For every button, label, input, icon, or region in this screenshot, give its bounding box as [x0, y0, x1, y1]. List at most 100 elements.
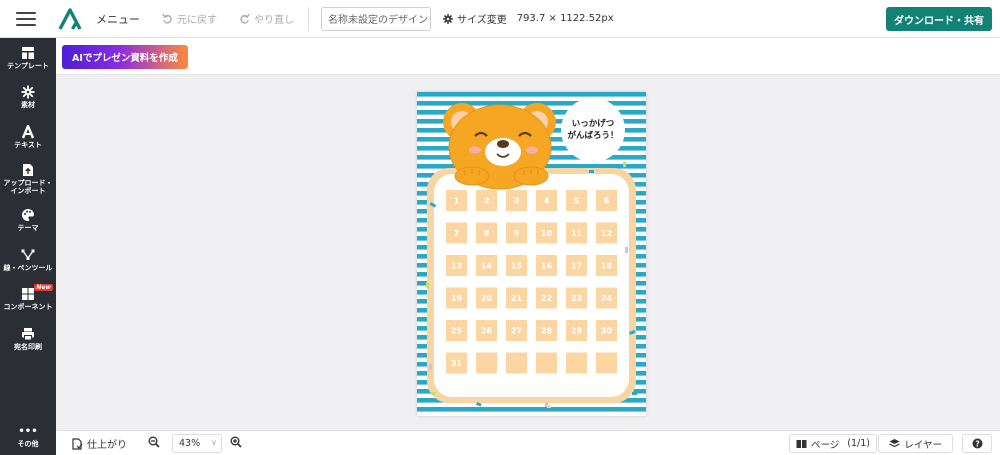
- sidebar-item-material[interactable]: 素材: [0, 78, 56, 118]
- sidebar-item-text[interactable]: テキスト: [0, 117, 56, 157]
- sidebar-item-label: テーマ: [17, 224, 39, 233]
- calendar-day-cell: [506, 352, 527, 374]
- design-canvas: 1 2 3 4 5 67 8 9 10 11 1213 14 15 16 17 1819 20 21 22 23 242…: [417, 92, 646, 416]
- calendar-day-number: 14: [481, 262, 493, 271]
- redo-button[interactable]: やり直し: [239, 11, 294, 26]
- more-icon: •••: [18, 426, 38, 437]
- left-sidebar: テンプレート 素材 テキスト アップロード・ インポート テーマ 線・ペンツール …: [0, 38, 56, 455]
- sidebar-item-template[interactable]: テンプレート: [0, 38, 56, 78]
- calendar-day-number: 15: [511, 262, 523, 271]
- calendar-day-number: 3: [514, 197, 520, 206]
- speech-line-2: がんばろう！: [567, 130, 618, 141]
- calendar-day-number: 29: [571, 327, 583, 336]
- size-change-button[interactable]: サイズ変更 793.7 × 1122.52px: [443, 11, 614, 26]
- calendar-day-number: 10: [541, 229, 553, 238]
- zoom-value: 43%: [179, 438, 201, 449]
- speech-line-1: いっかげつ: [572, 118, 615, 129]
- calendar-day-number: 17: [571, 262, 582, 271]
- pages-label: ページ: [810, 439, 840, 451]
- design-page[interactable]: 1 2 3 4 5 6 7 8 9 10 11 12 13 14 15 16 17 18 19 20 21 22 23 24 2…: [417, 92, 646, 416]
- sidebar-item-label: テキスト: [14, 140, 42, 149]
- gear-icon: [443, 13, 453, 24]
- pen-tool-icon: [21, 249, 35, 260]
- sidebar-item-component[interactable]: コンポーネント New: [0, 280, 56, 320]
- text-icon: [21, 124, 35, 139]
- sidebar-item-label: 線・ペンツール: [3, 263, 53, 272]
- calendar-day-number: 16: [541, 262, 553, 271]
- undo-icon: [162, 13, 172, 24]
- finish-preview-button[interactable]: 仕上がり: [72, 436, 127, 451]
- zoom-out-icon[interactable]: [148, 436, 160, 448]
- label-line-1: アップロード・: [3, 178, 53, 187]
- calendar-day-number: 25: [451, 327, 463, 336]
- calendar-day-number: 6: [604, 197, 610, 206]
- zoom-in-icon[interactable]: [230, 436, 242, 448]
- calendar-day-cell: [476, 352, 497, 374]
- canvas-size-value: 793.7 × 1122.52px: [516, 13, 614, 24]
- sidebar-item-upload[interactable]: アップロード・ インポート: [0, 157, 56, 201]
- palette-icon: [22, 209, 34, 222]
- sidebar-item-pen[interactable]: 線・ペンツール: [0, 240, 56, 280]
- book-icon: [796, 439, 807, 448]
- template-icon: [22, 46, 34, 59]
- undo-button[interactable]: 元に戻す: [162, 11, 217, 26]
- bear-illustration: [443, 103, 556, 190]
- calendar-day-number: 4: [544, 197, 550, 206]
- calendar-day-cell: [596, 352, 617, 374]
- calendar-day-number: 13: [451, 262, 462, 271]
- component-icon: [22, 288, 34, 301]
- sidebar-item-label: 宛名印刷: [14, 342, 42, 351]
- undo-label: 元に戻す: [177, 15, 217, 26]
- calendar-day-number: 23: [571, 294, 582, 303]
- size-change-label: サイズ変更: [457, 15, 507, 26]
- calendar-day-number: 22: [541, 294, 552, 303]
- calendar-day-number: 21: [511, 294, 523, 303]
- redo-label: やり直し: [254, 15, 294, 26]
- svg-text:?: ?: [975, 439, 979, 448]
- layer-label: レイヤー: [904, 439, 942, 451]
- speech-bubble: [561, 98, 625, 162]
- sidebar-item-label: アップロード・ インポート: [4, 179, 53, 195]
- divider: [308, 6, 309, 31]
- upload-icon: [23, 163, 33, 176]
- print-icon: [22, 327, 34, 341]
- layer-button[interactable]: レイヤー: [878, 434, 953, 453]
- ai-presentation-button[interactable]: AIでプレゼン資料を作成: [62, 45, 188, 69]
- finish-label: 仕上がり: [87, 440, 127, 451]
- calendar-day-number: 7: [454, 229, 460, 238]
- calendar-day-number: 20: [481, 294, 493, 303]
- calendar-day-number: 11: [571, 229, 583, 238]
- document-name-input[interactable]: 名称未設定のデザイン: [321, 6, 431, 31]
- calendar-day-number: 9: [514, 229, 520, 238]
- pages-count: (1/1): [847, 438, 870, 449]
- calendar-day-number: 24: [601, 294, 613, 303]
- calendar-day-number: 2: [484, 197, 490, 206]
- help-button[interactable]: ?: [962, 434, 992, 453]
- calendar-day-number: 8: [484, 229, 490, 238]
- calendar-day-cell: [536, 352, 557, 374]
- sidebar-item-label: テンプレート: [7, 61, 49, 70]
- sidebar-item-more[interactable]: ••• その他: [0, 426, 56, 449]
- document-icon: [72, 437, 83, 450]
- app-logo[interactable]: [58, 7, 82, 30]
- download-share-button[interactable]: ダウンロード・共有: [886, 7, 992, 31]
- sidebar-item-label: コンポーネント: [3, 303, 53, 312]
- hamburger-menu-icon[interactable]: [14, 9, 38, 29]
- chevron-down-icon: ∨: [211, 438, 217, 447]
- calendar-day-number: 31: [451, 359, 463, 368]
- sidebar-item-theme[interactable]: テーマ: [0, 201, 56, 241]
- help-icon: ?: [972, 438, 982, 449]
- calendar-day-number: 26: [481, 327, 493, 336]
- sidebar-item-print[interactable]: 宛名印刷: [0, 319, 56, 359]
- pages-button[interactable]: ページ (1/1): [788, 434, 877, 453]
- new-badge: New: [34, 283, 53, 291]
- zoom-level-select[interactable]: 43% ∨: [172, 434, 222, 453]
- calendar-day-number: 28: [541, 327, 553, 336]
- calendar-day-cell: [566, 352, 587, 374]
- bottom-bar: 仕上がり 43% ∨ ページ (1/1) レイヤー ?: [56, 430, 1000, 455]
- calendar-day-number: 1: [454, 197, 460, 206]
- redo-icon: [240, 13, 250, 24]
- menu-button[interactable]: メニュー: [96, 11, 140, 27]
- sub-toolbar: AIでプレゼン資料を作成: [56, 38, 1000, 75]
- sidebar-item-label: 素材: [21, 101, 35, 110]
